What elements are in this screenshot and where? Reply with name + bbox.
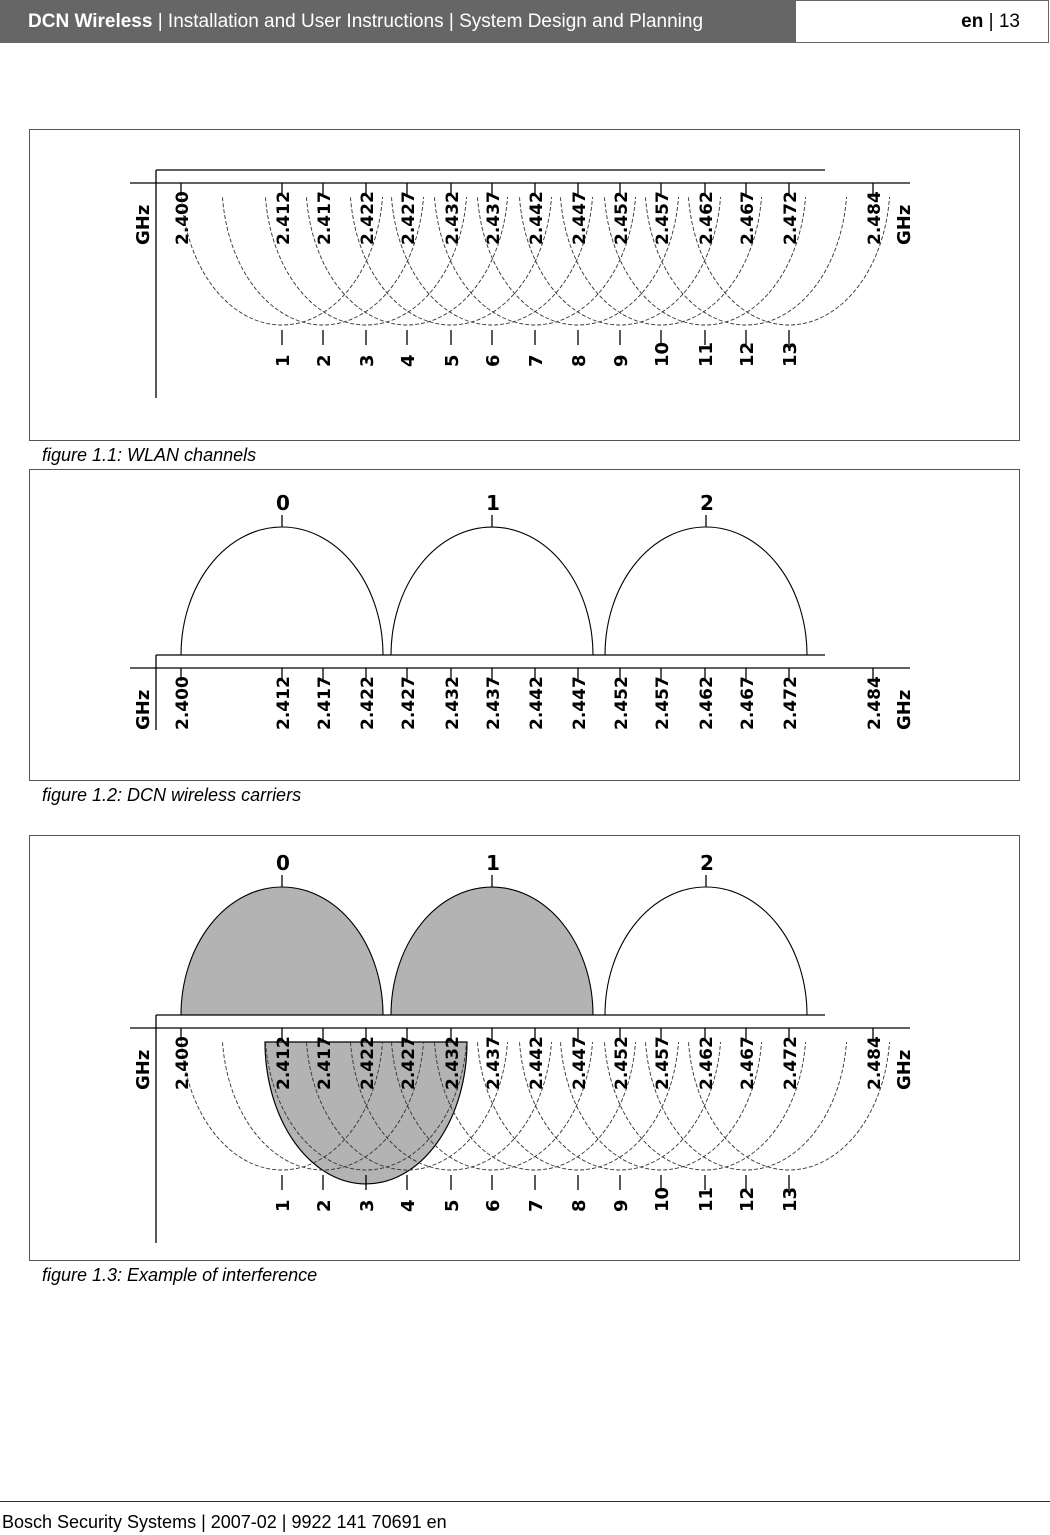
dcn-carrier-arc [390, 886, 594, 1016]
frequency-label: 2.412 [274, 676, 294, 730]
frequency-label: 2.462 [697, 1036, 717, 1090]
frequency-label: 2.432 [443, 191, 463, 245]
wlan-channel-label: 9 [611, 1199, 632, 1212]
frequency-label: 2.447 [570, 676, 590, 730]
frequency-label: 2.400 [173, 191, 193, 245]
dcn-carrier-label: 0 [276, 851, 290, 875]
wlan-channel-label: 1 [273, 1199, 294, 1212]
frequency-label: 2.452 [612, 191, 632, 245]
frequency-label: 2.467 [738, 191, 758, 245]
dcn-carrier-arc [604, 886, 808, 1016]
frequency-label: 2.457 [653, 1036, 673, 1090]
frequency-label: 2.427 [399, 676, 419, 730]
frequency-label: 2.457 [653, 191, 673, 245]
frequency-label: 2.442 [527, 676, 547, 730]
wlan-channel-label: 13 [780, 1187, 801, 1212]
unit-label-right: GHz [894, 1050, 915, 1090]
frequency-label: 2.432 [443, 676, 463, 730]
frequency-label: 2.422 [358, 1036, 378, 1090]
wlan-channel-label: 10 [652, 342, 673, 367]
wlan-channel-label: 3 [357, 1199, 378, 1212]
frequency-label: 2.417 [315, 676, 335, 730]
frequency-label: 2.437 [484, 1036, 504, 1090]
frequency-label: 2.437 [484, 676, 504, 730]
wlan-channel-label: 6 [483, 354, 504, 367]
dcn-carrier-label: 1 [486, 491, 500, 515]
dcn-carrier-label: 0 [276, 491, 290, 515]
frequency-label: 2.452 [612, 1036, 632, 1090]
frequency-label: 2.400 [173, 676, 193, 730]
wlan-channel-label: 1 [273, 354, 294, 367]
dcn-carrier-arc [180, 886, 384, 1016]
frequency-label: 2.452 [612, 676, 632, 730]
frequency-label: 2.472 [781, 676, 801, 730]
wlan-channel-label: 13 [780, 342, 801, 367]
frequency-label: 2.400 [173, 1036, 193, 1090]
wlan-channel-label: 8 [569, 354, 590, 367]
wlan-channel-label: 2 [314, 354, 335, 367]
wlan-channel-label: 11 [696, 1187, 717, 1212]
wlan-channel-label: 3 [357, 354, 378, 367]
frequency-label: 2.484 [865, 1036, 885, 1090]
wlan-channel-label: 2 [314, 1199, 335, 1212]
wlan-channel-label: 5 [442, 1199, 463, 1212]
frequency-label: 2.412 [274, 191, 294, 245]
frequency-label: 2.432 [443, 1036, 463, 1090]
frequency-label: 2.412 [274, 1036, 294, 1090]
frequency-label: 2.447 [570, 1036, 590, 1090]
unit-label-right: GHz [894, 205, 915, 245]
frequency-label: 2.462 [697, 191, 717, 245]
footer-divider [0, 1501, 1050, 1502]
wlan-channel-label: 6 [483, 1199, 504, 1212]
frequency-label: 2.427 [399, 1036, 419, 1090]
frequency-label: 2.417 [315, 191, 335, 245]
dcn-carrier-arc [604, 526, 808, 656]
frequency-label: 2.457 [653, 676, 673, 730]
frequency-label: 2.447 [570, 191, 590, 245]
frequency-label: 2.467 [738, 1036, 758, 1090]
wlan-channel-label: 7 [526, 1199, 547, 1212]
dcn-carrier-label: 1 [486, 851, 500, 875]
wlan-channel-label: 11 [696, 342, 717, 367]
frequency-label: 2.467 [738, 676, 758, 730]
dcn-carrier-label: 2 [700, 491, 714, 515]
wlan-channel-label: 9 [611, 354, 632, 367]
unit-label-right: GHz [894, 690, 915, 730]
frequency-label: 2.462 [697, 676, 717, 730]
footer-text: Bosch Security Systems | 2007-02 | 9922 … [2, 1512, 447, 1532]
frequency-label: 2.437 [484, 191, 504, 245]
frequency-diagrams: 2.400 2.412 2.417 2.422 2.427 2.432 2.437 2.442… [130, 169, 915, 1243]
wlan-channel-label: 5 [442, 354, 463, 367]
frequency-label: 2.417 [315, 1036, 335, 1090]
unit-label-left: GHz [133, 690, 154, 730]
unit-label-left: GHz [133, 1050, 154, 1090]
wlan-channel-label: 7 [526, 354, 547, 367]
dcn-carrier-arc [180, 526, 384, 656]
unit-label-left: GHz [133, 205, 154, 245]
dcn-carrier-arc [390, 526, 594, 656]
dcn-carrier-label: 2 [700, 851, 714, 875]
wlan-channel-label: 4 [398, 1199, 419, 1212]
wlan-channel-label: 8 [569, 1199, 590, 1212]
frequency-label: 2.472 [781, 1036, 801, 1090]
frequency-label: 2.442 [527, 1036, 547, 1090]
frequency-label: 2.422 [358, 676, 378, 730]
wlan-channel-label: 12 [737, 342, 758, 367]
wlan-channel-label: 12 [737, 1187, 758, 1212]
wlan-channel-label: 4 [398, 354, 419, 367]
frequency-label: 2.484 [865, 676, 885, 730]
wlan-channel-label: 10 [652, 1187, 673, 1212]
